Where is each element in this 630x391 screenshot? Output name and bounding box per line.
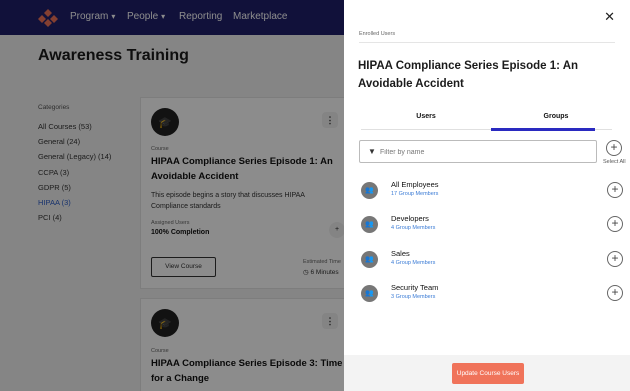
drawer-footer: Update Course Users — [344, 355, 630, 391]
tab-users[interactable]: Users — [361, 113, 491, 120]
group-icon: 👥 — [361, 216, 378, 233]
select-all-button[interactable]: + — [606, 140, 622, 156]
filter-input[interactable] — [380, 145, 580, 159]
group-member-count: 4 Group Members — [391, 260, 436, 266]
group-row: 👥 Sales 4 Group Members + — [359, 247, 623, 272]
filter-field[interactable]: ▼ — [359, 140, 597, 163]
add-group-button[interactable]: + — [607, 182, 623, 198]
add-group-button[interactable]: + — [607, 285, 623, 301]
group-row: 👥 Security Team 3 Group Members + — [359, 281, 623, 306]
group-name: Sales — [391, 249, 410, 258]
group-icon: 👥 — [361, 182, 378, 199]
group-name: Developers — [391, 214, 429, 223]
group-row: 👥 All Employees 17 Group Members + — [359, 178, 623, 203]
update-course-users-button[interactable]: Update Course Users — [452, 363, 524, 384]
drawer-title: HIPAA Compliance Series Episode 1: An Av… — [358, 60, 579, 90]
enrolled-users-drawer: ✕ Enrolled Users HIPAA Compliance Series… — [344, 0, 630, 391]
select-all-label: Select All — [603, 159, 626, 165]
group-name: All Employees — [391, 180, 439, 189]
drawer-subtitle: Enrolled Users — [359, 31, 396, 37]
group-name: Security Team — [391, 283, 439, 292]
divider — [359, 42, 615, 43]
group-row: 👥 Developers 4 Group Members + — [359, 212, 623, 237]
group-icon: 👥 — [361, 285, 378, 302]
tab-groups[interactable]: Groups — [491, 113, 621, 120]
group-icon: 👥 — [361, 251, 378, 268]
close-icon[interactable]: ✕ — [604, 9, 615, 25]
modal-backdrop[interactable] — [0, 0, 344, 391]
group-member-count: 4 Group Members — [391, 225, 436, 231]
active-tab-indicator — [491, 128, 595, 131]
group-member-count: 3 Group Members — [391, 294, 436, 300]
add-group-button[interactable]: + — [607, 251, 623, 267]
add-group-button[interactable]: + — [607, 216, 623, 232]
group-member-count: 17 Group Members — [391, 191, 439, 197]
filter-icon: ▼ — [368, 147, 376, 156]
